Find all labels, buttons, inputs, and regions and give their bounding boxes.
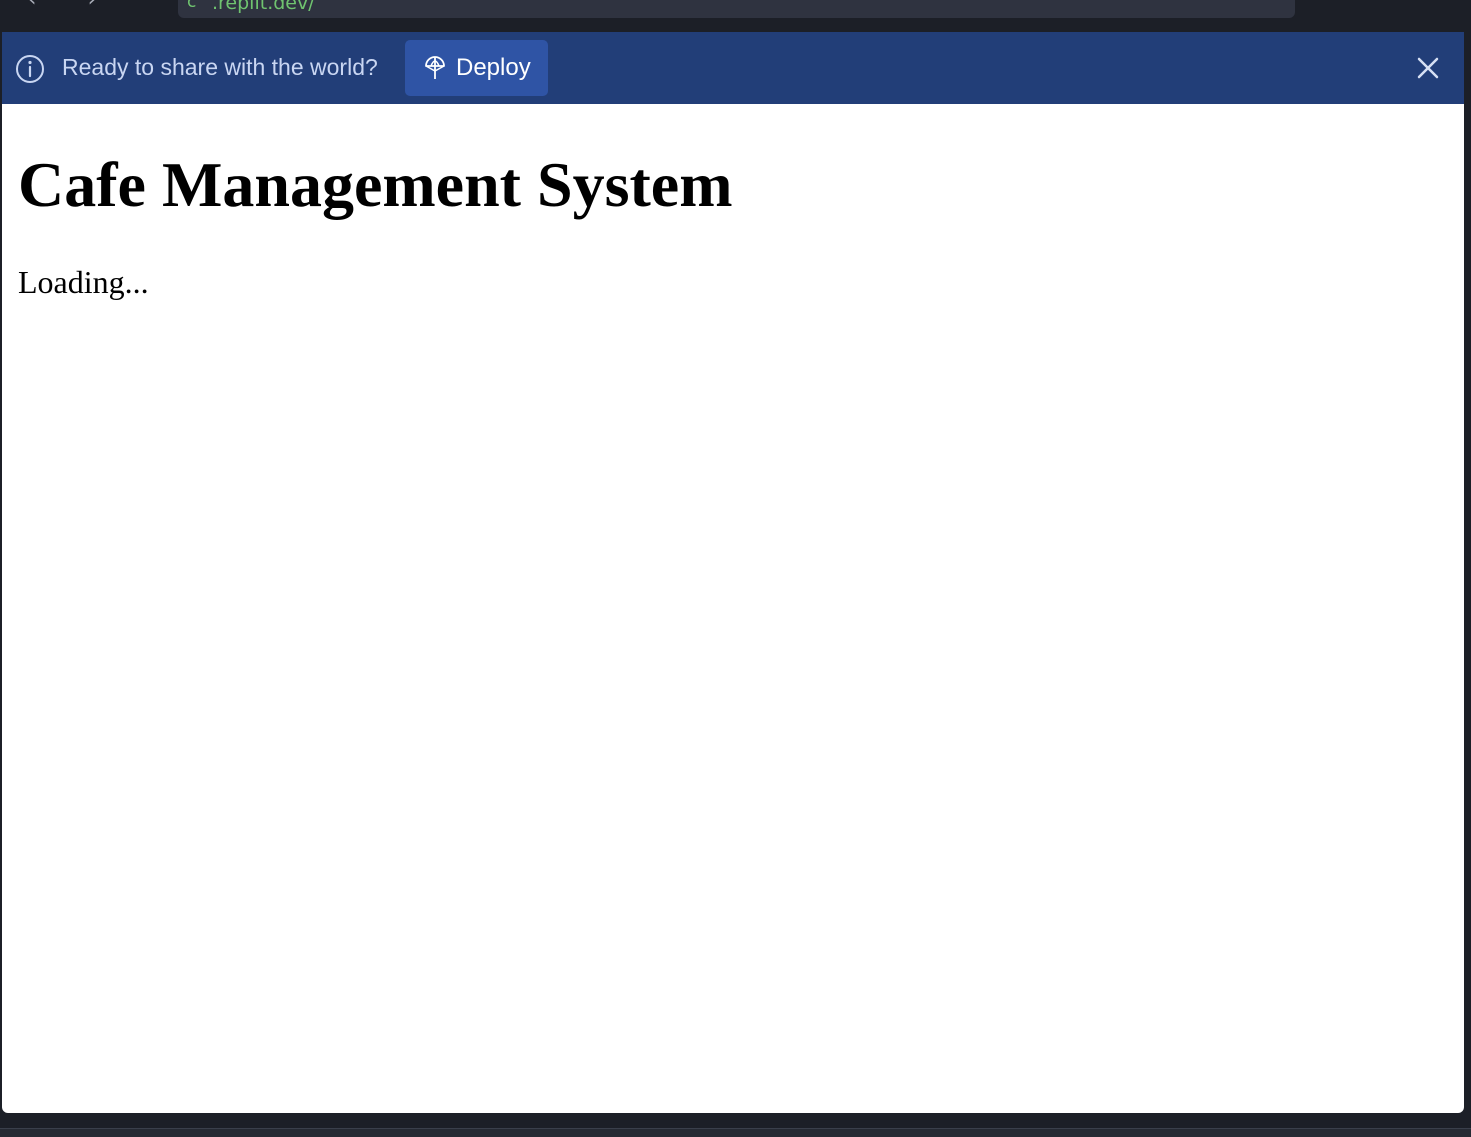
url-prefix: c — [187, 0, 197, 12]
deploy-icon — [425, 56, 445, 79]
edit-icon[interactable] — [1364, 0, 1390, 10]
browser-window: ‹ › c .replit.dev/ Ready to share — [0, 0, 1471, 1137]
deploy-button[interactable]: Deploy — [405, 40, 548, 96]
reload-icon[interactable] — [132, 0, 158, 10]
close-icon[interactable] — [1412, 52, 1444, 84]
info-icon — [16, 55, 44, 83]
address-bar[interactable]: c .replit.dev/ — [178, 0, 1295, 18]
scroll-gutter — [1464, 30, 1471, 1128]
page-title: Cafe Management System — [18, 149, 733, 220]
back-icon[interactable]: ‹ — [20, 0, 44, 12]
webview-preview: Ready to share with the world? Deploy Ca… — [2, 32, 1464, 1113]
forward-icon[interactable]: › — [80, 0, 104, 12]
browser-toolbar: ‹ › c .replit.dev/ — [0, 0, 1471, 30]
loading-text: Loading... — [18, 264, 149, 300]
url-text: .replit.dev/ — [212, 0, 315, 14]
deploy-banner: Ready to share with the world? Deploy — [2, 32, 1464, 104]
banner-message: Ready to share with the world? — [62, 54, 378, 80]
deploy-label: Deploy — [456, 54, 531, 81]
bottom-bar — [0, 1128, 1471, 1137]
devices-icon[interactable] — [1314, 0, 1340, 10]
new-tab-icon[interactable] — [1418, 0, 1444, 10]
